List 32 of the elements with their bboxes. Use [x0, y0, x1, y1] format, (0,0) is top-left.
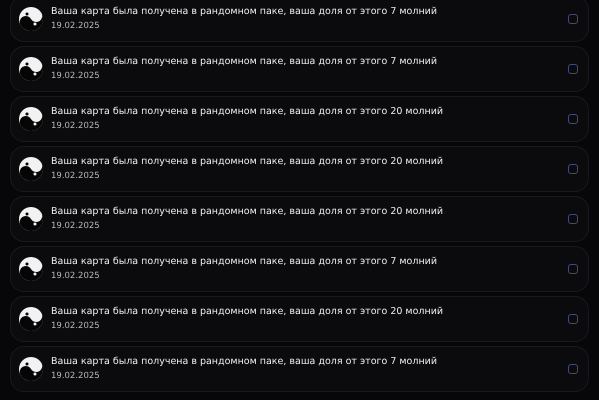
notification-message: Ваша карта была получена в рандомном паке, ваша доля от этого 7 молний [51, 56, 438, 68]
notification-message: Ваша карта была получена в рандомном паке, ваша доля от этого 20 молний [51, 206, 444, 218]
avatar-icon [18, 356, 44, 382]
notification-date: 19.02.2025 [51, 271, 101, 282]
checkbox[interactable] [568, 264, 578, 274]
notification-date: 19.02.2025 [51, 321, 101, 332]
checkbox[interactable] [568, 114, 578, 124]
checkbox[interactable] [568, 364, 578, 374]
avatar-icon [18, 156, 44, 182]
notification-message: Ваша карта была получена в рандомном паке, ваша доля от этого 7 молний [51, 256, 438, 268]
notification-message: Ваша карта была получена в рандомном паке, ваша доля от этого 20 молний [51, 306, 444, 318]
checkbox[interactable] [568, 64, 578, 74]
avatar-icon [18, 256, 44, 282]
notification-date: 19.02.2025 [51, 221, 101, 232]
checkbox[interactable] [568, 214, 578, 224]
notification-message: Ваша карта была получена в рандомном паке, ваша доля от этого 20 молний [51, 106, 444, 118]
checkbox[interactable] [568, 14, 578, 24]
notification-date: 19.02.2025 [51, 71, 101, 82]
avatar-icon [18, 306, 44, 332]
avatar-icon [18, 6, 44, 32]
checkbox[interactable] [568, 314, 578, 324]
notification-date: 19.02.2025 [51, 121, 101, 132]
checkbox[interactable] [568, 164, 578, 174]
avatar-icon [18, 206, 44, 232]
notification-date: 19.02.2025 [51, 371, 101, 382]
avatar-icon [18, 56, 44, 82]
notification-date: 19.02.2025 [51, 171, 101, 182]
avatar-icon [18, 106, 44, 132]
notification-date: 19.02.2025 [51, 21, 101, 32]
notification-message: Ваша карта была получена в рандомном паке, ваша доля от этого 7 молний [51, 356, 438, 368]
notification-message: Ваша карта была получена в рандомном паке, ваша доля от этого 7 молний [51, 6, 438, 18]
notification-message: Ваша карта была получена в рандомном паке, ваша доля от этого 20 молний [51, 156, 444, 168]
